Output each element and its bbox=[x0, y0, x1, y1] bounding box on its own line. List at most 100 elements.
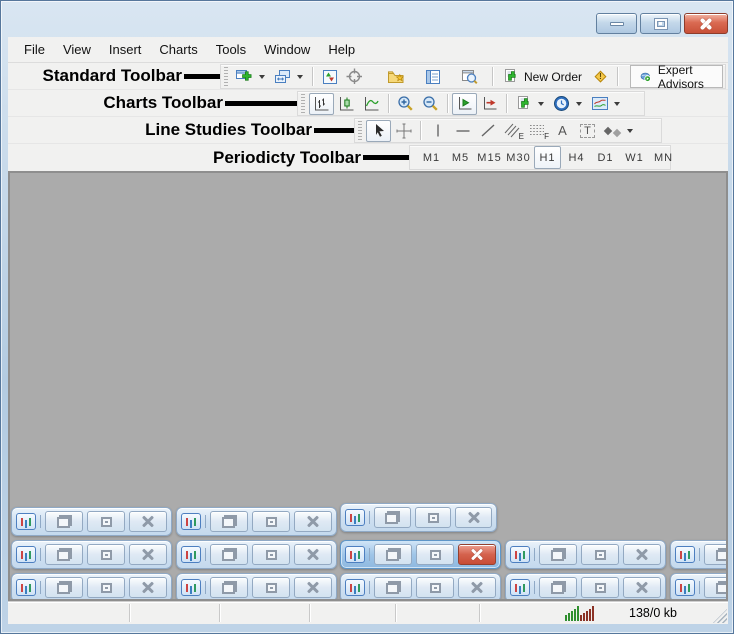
period-button-m15[interactable]: M15 bbox=[476, 146, 503, 169]
profiles-button[interactable] bbox=[270, 66, 295, 88]
expert-advisors-button[interactable]: Expert Advisors bbox=[630, 65, 723, 88]
trendline-tool-button[interactable] bbox=[475, 120, 500, 142]
maximize-button[interactable] bbox=[252, 511, 290, 532]
metaeditor-button[interactable]: ! bbox=[588, 66, 613, 88]
minimized-chart-window[interactable] bbox=[505, 540, 666, 569]
period-button-w1[interactable]: W1 bbox=[621, 146, 648, 169]
new-order-button[interactable]: New Order bbox=[497, 66, 588, 88]
minimized-chart-window-active[interactable] bbox=[340, 540, 501, 569]
auto-scroll-button[interactable] bbox=[452, 93, 477, 115]
chevron-down-icon[interactable] bbox=[576, 102, 582, 106]
menu-file[interactable]: File bbox=[15, 37, 54, 62]
minimized-chart-window[interactable] bbox=[11, 573, 172, 601]
candlestick-chart-button[interactable] bbox=[334, 93, 359, 115]
minimized-chart-window[interactable] bbox=[176, 507, 337, 536]
close-button[interactable] bbox=[623, 544, 661, 565]
toolbar-grip[interactable] bbox=[301, 94, 305, 113]
maximize-button[interactable] bbox=[87, 511, 125, 532]
market-watch-button[interactable] bbox=[317, 66, 342, 88]
templates-button[interactable] bbox=[587, 93, 612, 115]
close-button[interactable] bbox=[294, 544, 332, 565]
crosshair-tool-button[interactable] bbox=[391, 120, 416, 142]
menu-help[interactable]: Help bbox=[319, 37, 364, 62]
minimized-chart-window[interactable] bbox=[670, 540, 728, 569]
close-button[interactable] bbox=[129, 544, 167, 565]
new-chart-button[interactable] bbox=[232, 66, 257, 88]
minimized-chart-window[interactable] bbox=[176, 540, 337, 569]
minimized-chart-window[interactable] bbox=[11, 507, 172, 536]
data-window-button[interactable] bbox=[342, 66, 367, 88]
maximize-button[interactable] bbox=[415, 507, 452, 528]
close-button[interactable] bbox=[684, 13, 728, 34]
minimized-chart-window[interactable] bbox=[176, 573, 337, 601]
chevron-down-icon[interactable] bbox=[259, 75, 265, 79]
title-bar[interactable] bbox=[1, 1, 733, 37]
toolbar-grip[interactable] bbox=[224, 67, 228, 86]
zoom-in-button[interactable] bbox=[393, 93, 418, 115]
restore-button[interactable] bbox=[539, 544, 577, 565]
chevron-down-icon[interactable] bbox=[614, 102, 620, 106]
zoom-out-button[interactable] bbox=[418, 93, 443, 115]
maximize-button[interactable] bbox=[640, 13, 681, 34]
navigator-button[interactable] bbox=[420, 66, 445, 88]
favorites-button[interactable] bbox=[383, 66, 408, 88]
terminal-button[interactable] bbox=[457, 66, 482, 88]
minimized-chart-window[interactable] bbox=[670, 573, 728, 601]
period-button-d1[interactable]: D1 bbox=[592, 146, 619, 169]
restore-button[interactable] bbox=[704, 544, 728, 565]
maximize-button[interactable] bbox=[581, 577, 619, 598]
toolbar-grip[interactable] bbox=[358, 121, 362, 140]
chevron-down-icon[interactable] bbox=[627, 129, 633, 133]
periods-button[interactable] bbox=[549, 93, 574, 115]
restore-button[interactable] bbox=[374, 544, 412, 565]
vertical-line-tool-button[interactable] bbox=[425, 120, 450, 142]
chevron-down-icon[interactable] bbox=[297, 75, 303, 79]
maximize-button[interactable] bbox=[252, 544, 290, 565]
cursor-tool-button[interactable] bbox=[366, 120, 391, 142]
menu-tools[interactable]: Tools bbox=[207, 37, 255, 62]
maximize-button[interactable] bbox=[581, 544, 619, 565]
minimized-chart-window[interactable] bbox=[505, 573, 666, 601]
period-button-mn[interactable]: MN bbox=[650, 146, 677, 169]
restore-button[interactable] bbox=[210, 544, 248, 565]
menu-charts[interactable]: Charts bbox=[150, 37, 206, 62]
period-button-m30[interactable]: M30 bbox=[505, 146, 532, 169]
close-button[interactable] bbox=[294, 511, 332, 532]
line-chart-button[interactable] bbox=[359, 93, 384, 115]
close-button[interactable] bbox=[458, 544, 496, 565]
menu-window[interactable]: Window bbox=[255, 37, 319, 62]
menu-insert[interactable]: Insert bbox=[100, 37, 151, 62]
chart-shift-button[interactable] bbox=[477, 93, 502, 115]
fibonacci-tool-button[interactable]: F bbox=[525, 120, 550, 142]
indicators-button[interactable] bbox=[511, 93, 536, 115]
close-button[interactable] bbox=[623, 577, 661, 598]
restore-button[interactable] bbox=[374, 577, 412, 598]
restore-button[interactable] bbox=[45, 577, 83, 598]
close-button[interactable] bbox=[129, 511, 167, 532]
maximize-button[interactable] bbox=[87, 544, 125, 565]
menu-view[interactable]: View bbox=[54, 37, 100, 62]
text-tool-button[interactable]: A bbox=[550, 120, 575, 142]
period-button-h4[interactable]: H4 bbox=[563, 146, 590, 169]
minimized-chart-window[interactable] bbox=[11, 540, 172, 569]
maximize-button[interactable] bbox=[252, 577, 290, 598]
close-button[interactable] bbox=[294, 577, 332, 598]
close-button[interactable] bbox=[455, 507, 492, 528]
restore-button[interactable] bbox=[539, 577, 577, 598]
chevron-down-icon[interactable] bbox=[538, 102, 544, 106]
equidistant-channel-tool-button[interactable]: E bbox=[500, 120, 525, 142]
close-button[interactable] bbox=[458, 577, 496, 598]
restore-button[interactable] bbox=[45, 511, 83, 532]
restore-button[interactable] bbox=[704, 577, 728, 598]
restore-button[interactable] bbox=[210, 577, 248, 598]
close-button[interactable] bbox=[129, 577, 167, 598]
period-button-m1[interactable]: M1 bbox=[418, 146, 445, 169]
arrow-tools-button[interactable] bbox=[600, 120, 625, 142]
bar-chart-button[interactable] bbox=[309, 93, 334, 115]
restore-button[interactable] bbox=[374, 507, 411, 528]
period-button-m5[interactable]: M5 bbox=[447, 146, 474, 169]
period-button-h1[interactable]: H1 bbox=[534, 146, 561, 169]
minimized-chart-window[interactable] bbox=[340, 573, 501, 601]
resize-grip-icon[interactable] bbox=[713, 609, 727, 623]
minimize-button[interactable] bbox=[596, 13, 637, 34]
